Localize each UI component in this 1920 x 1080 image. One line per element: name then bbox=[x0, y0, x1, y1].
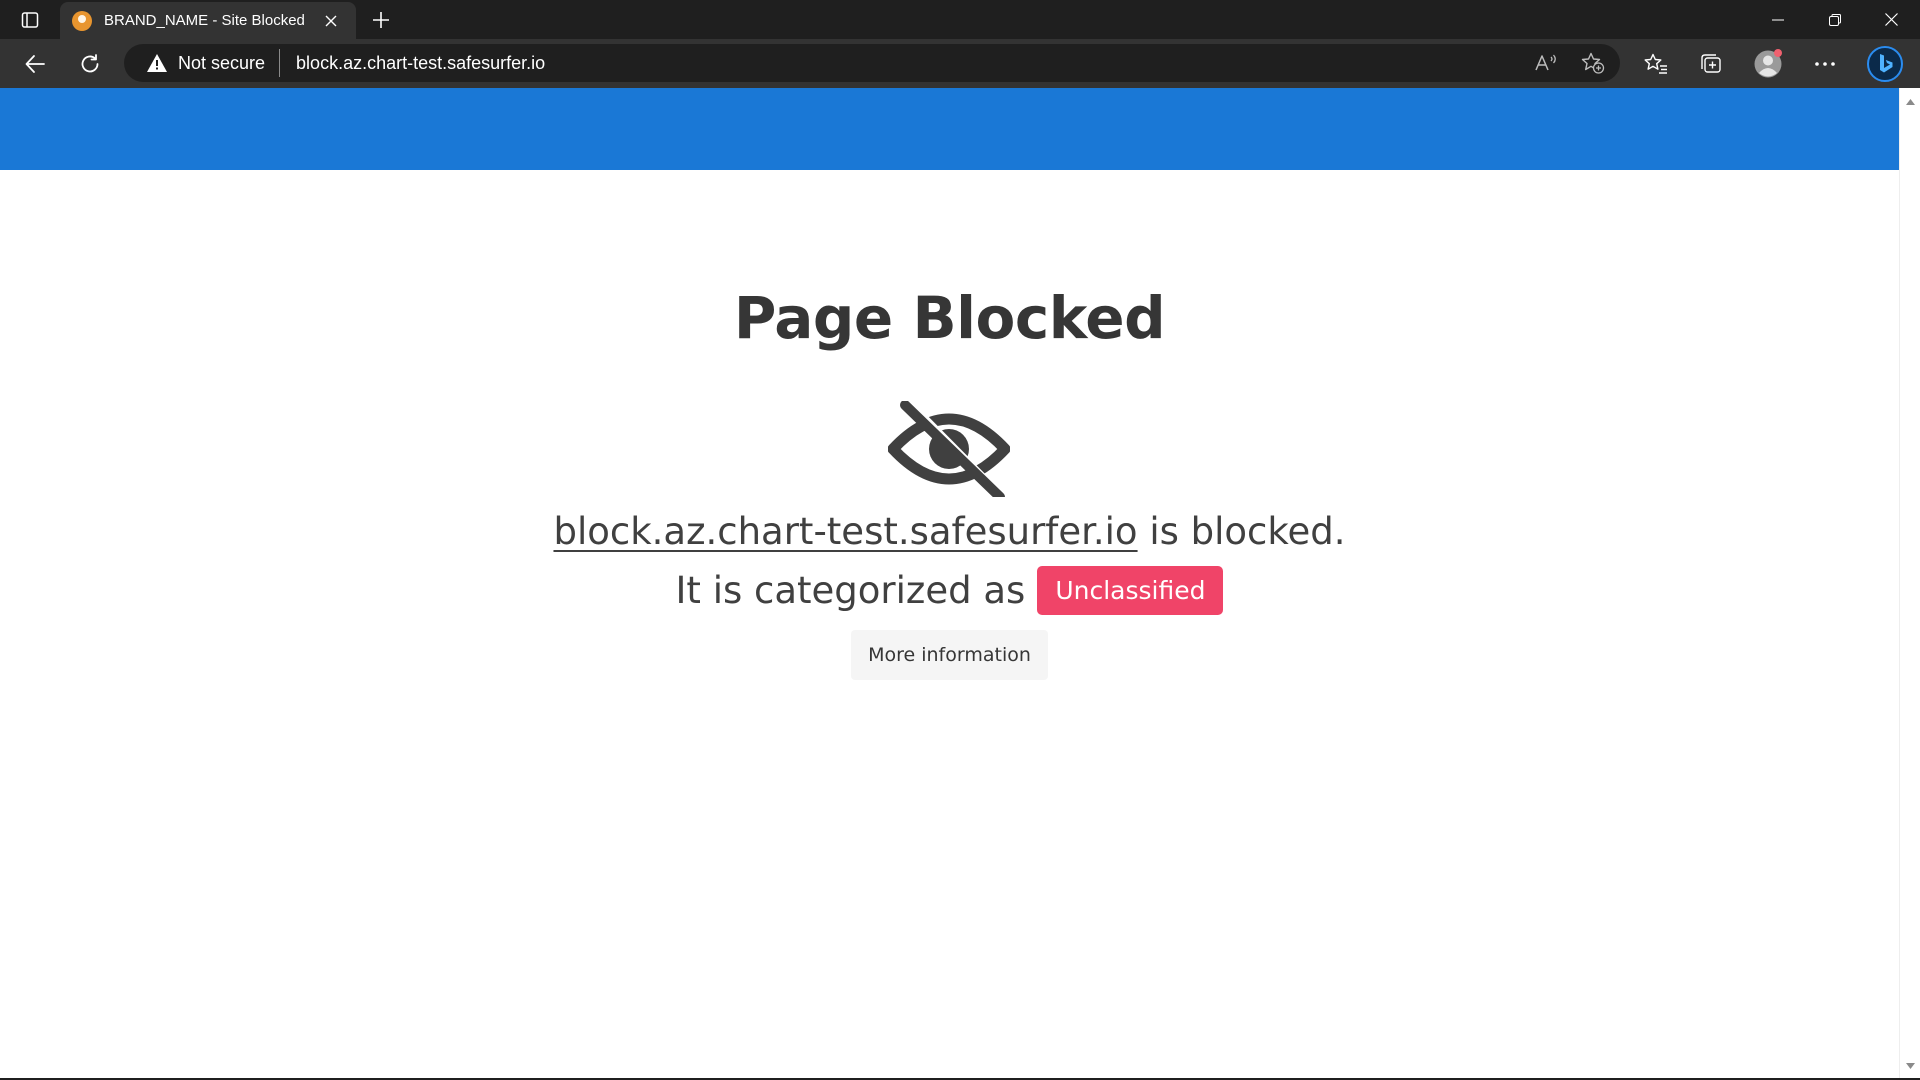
vertical-scrollbar[interactable] bbox=[1899, 88, 1920, 1078]
blocked-domain-link[interactable]: block.az.chart-test.safesurfer.io bbox=[553, 510, 1137, 553]
profile-icon bbox=[1754, 49, 1782, 78]
minimize-button[interactable] bbox=[1749, 0, 1806, 39]
tab-title: BRAND_NAME - Site Blocked bbox=[104, 12, 305, 29]
tab-close-button[interactable] bbox=[318, 8, 344, 34]
profile-button[interactable] bbox=[1748, 45, 1788, 83]
eye-slash-icon bbox=[888, 401, 1010, 497]
active-tab[interactable]: BRAND_NAME - Site Blocked bbox=[60, 2, 356, 39]
restore-icon bbox=[1828, 13, 1841, 26]
tab-actions-icon bbox=[21, 12, 39, 28]
security-indicator[interactable]: Not secure bbox=[146, 49, 281, 77]
more-icon bbox=[1815, 62, 1835, 66]
category-prefix: It is categorized as bbox=[675, 569, 1026, 612]
read-aloud-icon bbox=[1535, 54, 1556, 71]
favorites-button[interactable] bbox=[1636, 45, 1676, 83]
warning-icon bbox=[147, 54, 167, 72]
tab-actions-button[interactable] bbox=[10, 6, 50, 34]
add-favorite-button[interactable] bbox=[1576, 49, 1610, 77]
category-tag: Unclassified bbox=[1037, 566, 1224, 615]
back-icon bbox=[25, 55, 45, 73]
collections-button[interactable] bbox=[1691, 45, 1731, 83]
favorites-icon bbox=[1644, 53, 1667, 74]
plus-icon bbox=[373, 12, 389, 28]
blocked-statement: block.az.chart-test.safesurfer.io is blo… bbox=[0, 510, 1899, 553]
refresh-icon bbox=[81, 54, 99, 73]
chevron-down-icon bbox=[1906, 1062, 1915, 1069]
close-icon bbox=[1885, 13, 1898, 26]
restore-button[interactable] bbox=[1806, 0, 1863, 39]
chevron-up-icon bbox=[1906, 98, 1915, 105]
refresh-button[interactable] bbox=[71, 45, 109, 83]
minimize-icon bbox=[1771, 19, 1784, 20]
url-text[interactable]: block.az.chart-test.safesurfer.io bbox=[296, 53, 545, 74]
scroll-up-arrow[interactable] bbox=[1905, 96, 1916, 107]
bing-copilot-button[interactable] bbox=[1863, 45, 1907, 83]
browser-toolbar: Not secure block.az.chart-test.safesurfe… bbox=[0, 39, 1920, 88]
browser-titlebar: BRAND_NAME - Site Blocked bbox=[0, 0, 1920, 39]
site-favicon-icon bbox=[72, 10, 92, 31]
new-tab-button[interactable] bbox=[364, 5, 398, 35]
page-header-banner bbox=[0, 88, 1899, 170]
bing-icon bbox=[1867, 46, 1903, 82]
back-button[interactable] bbox=[16, 45, 54, 83]
scroll-down-arrow[interactable] bbox=[1905, 1060, 1916, 1071]
window-close-button[interactable] bbox=[1863, 0, 1920, 39]
collections-icon bbox=[1701, 54, 1721, 73]
security-label: Not secure bbox=[178, 52, 266, 73]
close-icon bbox=[325, 15, 337, 26]
more-information-button[interactable]: More information bbox=[851, 630, 1048, 680]
page-title: Page Blocked bbox=[733, 284, 1166, 352]
more-button[interactable] bbox=[1805, 45, 1845, 83]
add-favorite-icon bbox=[1581, 52, 1605, 74]
read-aloud-button[interactable] bbox=[1529, 49, 1563, 77]
window-controls bbox=[1749, 0, 1920, 39]
category-statement: It is categorized as Unclassified bbox=[0, 566, 1899, 615]
blocked-suffix: is blocked. bbox=[1137, 510, 1346, 553]
address-bar[interactable]: Not secure block.az.chart-test.safesurfe… bbox=[124, 44, 1620, 82]
page-viewport: Page Blocked block.az.chart-test.safesur… bbox=[0, 88, 1899, 1078]
